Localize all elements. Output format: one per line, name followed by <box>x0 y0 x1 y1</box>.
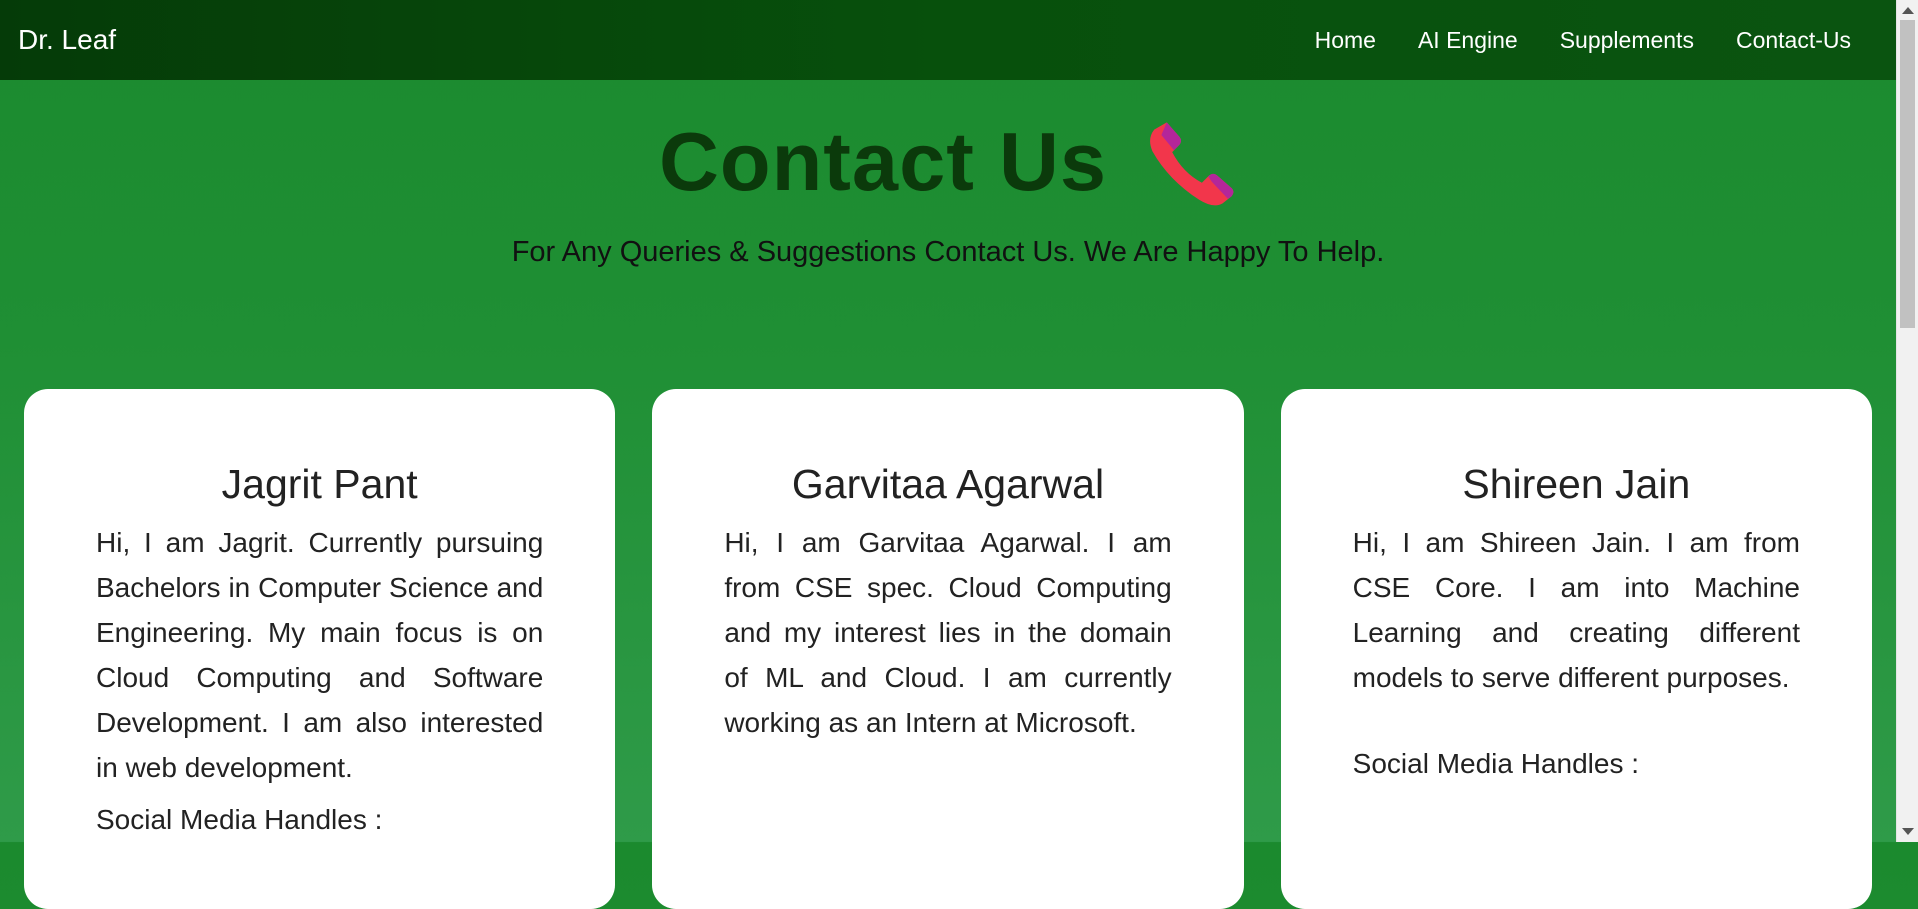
scroll-down-arrow-icon[interactable] <box>1902 828 1914 835</box>
card-name: Shireen Jain <box>1462 461 1691 507</box>
nav-link-ai-engine[interactable]: AI Engine <box>1418 27 1518 54</box>
hero-section: Contact Us For Any Queries & Suggestions… <box>0 80 1896 269</box>
team-card-jagrit: Jagrit Pant Hi, I am Jagrit. Currently p… <box>24 389 616 909</box>
card-bio: Hi, I am Jagrit. Currently pursuing Bach… <box>96 527 544 783</box>
team-cards: Jagrit Pant Hi, I am Jagrit. Currently p… <box>24 389 1872 909</box>
nav-link-contact-us[interactable]: Contact-Us <box>1736 27 1851 54</box>
social-media-label: Social Media Handles : <box>96 804 383 835</box>
phone-icon <box>1150 122 1234 206</box>
scroll-up-arrow-icon[interactable] <box>1902 7 1914 14</box>
brand-logo[interactable]: Dr. Leaf <box>18 24 116 56</box>
card-bio: Hi, I am Shireen Jain. I am from CSE Cor… <box>1352 527 1800 693</box>
team-card-shireen: Shireen Jain Hi, I am Shireen Jain. I am… <box>1280 389 1872 909</box>
page-title: Contact Us <box>658 115 1108 208</box>
nav-links: Home AI Engine Supplements Contact-Us <box>1273 27 1851 54</box>
vertical-scrollbar[interactable] <box>1896 0 1918 842</box>
navbar: Dr. Leaf Home AI Engine Supplements Cont… <box>0 0 1896 80</box>
nav-link-supplements[interactable]: Supplements <box>1560 27 1694 54</box>
page-subtitle: For Any Queries & Suggestions Contact Us… <box>511 236 1385 268</box>
nav-link-home[interactable]: Home <box>1315 27 1376 54</box>
card-bio: Hi, I am Garvitaa Agarwal. I am from CSE… <box>724 527 1172 738</box>
hero-title-row: Contact Us <box>0 114 1896 210</box>
card-name: Garvitaa Agarwal <box>791 461 1105 507</box>
social-media-label: Social Media Handles : <box>1352 748 1640 779</box>
card-name: Jagrit Pant <box>221 461 418 507</box>
scrollbar-thumb[interactable] <box>1900 20 1915 328</box>
team-card-garvitaa: Garvitaa Agarwal Hi, I am Garvitaa Agarw… <box>652 389 1244 909</box>
